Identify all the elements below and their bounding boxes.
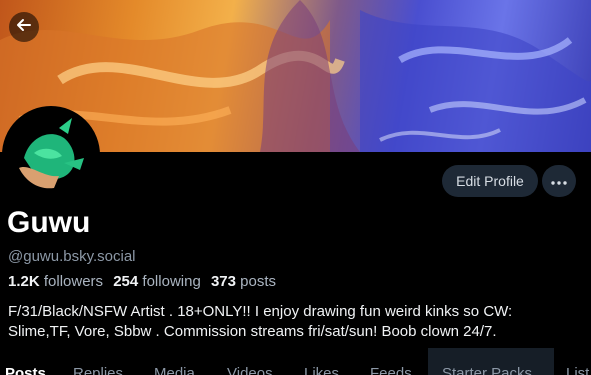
tab-posts[interactable]: Posts	[5, 365, 46, 375]
more-options-button[interactable]	[542, 165, 576, 197]
avatar[interactable]	[2, 106, 100, 204]
posts-count: 373	[210, 273, 236, 290]
tab-lists[interactable]: List	[566, 365, 589, 375]
display-name: Guwu	[7, 206, 91, 239]
tab-starter-packs[interactable]: Starter Packs	[442, 365, 532, 375]
avatar-artwork	[4, 108, 98, 202]
posts-stat: 373 posts	[211, 273, 276, 290]
back-button[interactable]	[9, 12, 39, 42]
tab-replies[interactable]: Replies	[73, 365, 123, 375]
followers-count: 1.2K	[8, 273, 40, 290]
following-link[interactable]: 254 following	[113, 273, 201, 290]
edit-profile-button[interactable]: Edit Profile	[442, 165, 538, 197]
posts-label: posts	[240, 273, 277, 290]
profile-bio: F/31/Black/NSFW Artist . 18+ONLY!! I enj…	[8, 302, 583, 342]
bio-line: F/31/Black/NSFW Artist . 18+ONLY!! I enj…	[8, 303, 513, 320]
arrow-left-icon	[15, 16, 33, 39]
tab-likes[interactable]: Likes	[304, 365, 339, 375]
followers-label: followers	[43, 273, 104, 290]
profile-tabs: Posts Replies Media Videos Likes Feeds S…	[0, 348, 591, 375]
bio-line: Slime,TF, Vore, Sbbw . Commission stream…	[8, 323, 497, 340]
profile-stats: 1.2K followers 254 following 373 posts	[8, 273, 276, 290]
profile-handle: @guwu.bsky.social	[8, 248, 136, 265]
following-label: following	[142, 273, 201, 290]
tab-media[interactable]: Media	[154, 365, 195, 375]
tab-feeds[interactable]: Feeds	[370, 365, 412, 375]
ellipsis-icon	[551, 172, 567, 190]
tab-videos[interactable]: Videos	[227, 365, 273, 375]
followers-link[interactable]: 1.2K followers	[8, 273, 103, 290]
following-count: 254	[113, 273, 139, 290]
